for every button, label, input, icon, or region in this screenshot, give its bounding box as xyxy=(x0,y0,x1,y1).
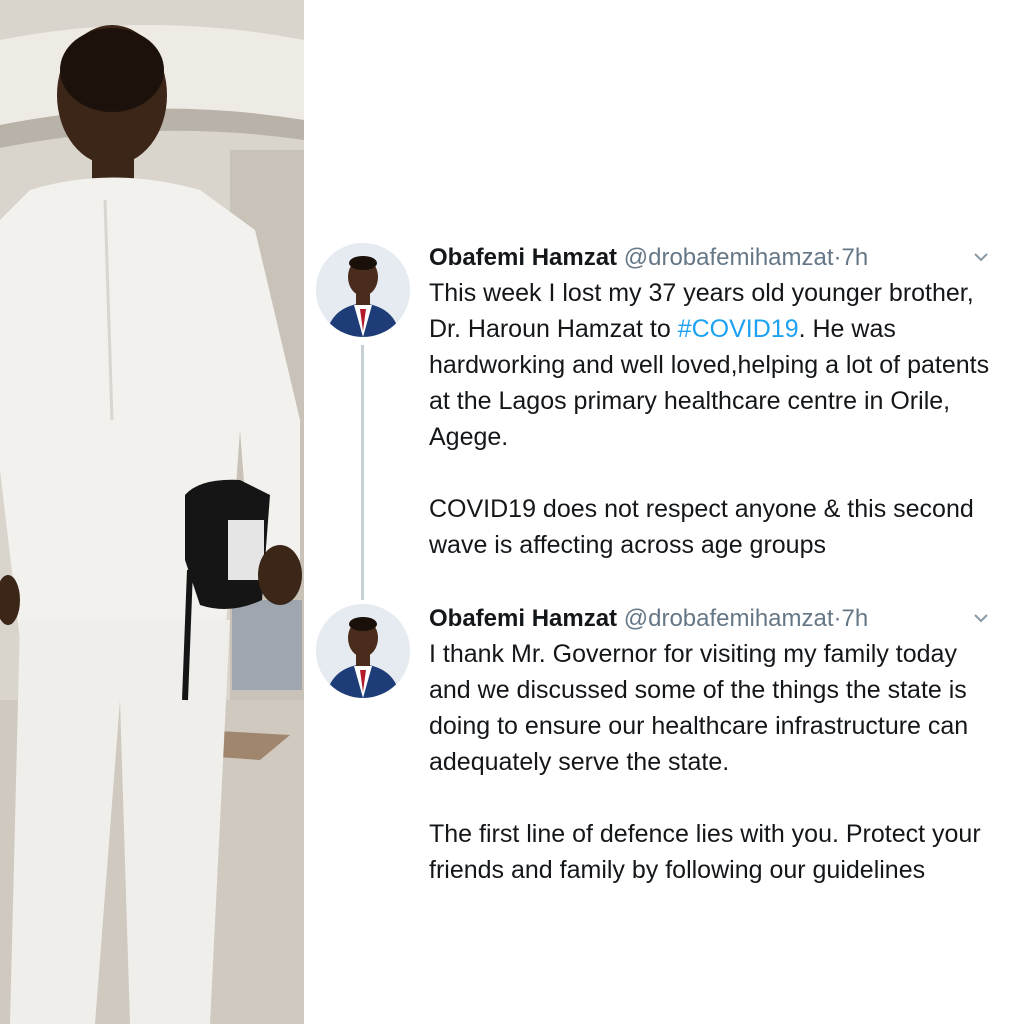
tweet-header: Obafemi Hamzat @drobafemihamzat·7h xyxy=(429,243,989,273)
separator-dot: · xyxy=(833,244,842,271)
author-avatar[interactable] xyxy=(316,604,410,698)
tweet-paragraph: COVID19 does not respect anyone & this s… xyxy=(429,495,974,559)
tweet-paragraph: This week I lost my 37 years old younger… xyxy=(429,275,999,455)
tweet-time[interactable]: 7h xyxy=(842,244,869,271)
memorial-photo xyxy=(0,0,304,1024)
tweet-2[interactable]: Obafemi Hamzat @drobafemihamzat·7h I tha… xyxy=(316,604,1006,934)
man-in-white-attire-image xyxy=(0,0,304,1024)
tweet-body: This week I lost my 37 years old younger… xyxy=(429,275,999,563)
author-name[interactable]: Obafemi Hamzat xyxy=(429,244,617,271)
tweet-paragraph: I thank Mr. Governor for visiting my fam… xyxy=(429,640,969,776)
tweet-header: Obafemi Hamzat @drobafemihamzat·7h xyxy=(429,604,989,634)
author-handle[interactable]: @drobafemihamzat xyxy=(624,244,834,271)
chevron-down-icon[interactable] xyxy=(973,251,989,263)
author-avatar[interactable] xyxy=(316,243,410,337)
avatar-portrait-icon xyxy=(316,604,410,698)
author-name[interactable]: Obafemi Hamzat xyxy=(429,605,617,632)
author-handle[interactable]: @drobafemihamzat xyxy=(624,605,834,632)
tweet-1[interactable]: Obafemi Hamzat @drobafemihamzat·7h This … xyxy=(316,243,1006,573)
separator-dot: · xyxy=(833,605,842,632)
avatar-portrait-icon xyxy=(316,243,410,337)
chevron-down-icon[interactable] xyxy=(973,612,989,624)
tweet-time[interactable]: 7h xyxy=(842,605,869,632)
tweet-paragraph: The first line of defence lies with you.… xyxy=(429,820,981,884)
tweet-body: I thank Mr. Governor for visiting my fam… xyxy=(429,636,999,888)
hashtag-link[interactable]: #COVID19 xyxy=(678,315,799,343)
